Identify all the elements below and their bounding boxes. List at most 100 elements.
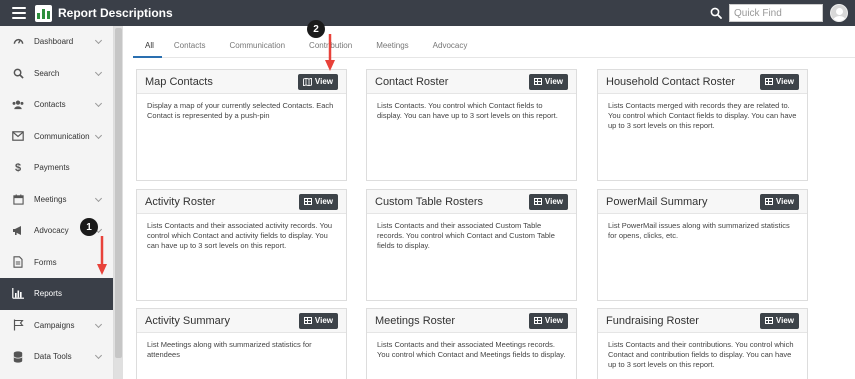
tab-advocacy[interactable]: Advocacy [421, 36, 480, 58]
envelope-icon [12, 130, 24, 142]
sidebar-item-search[interactable]: Search [0, 58, 113, 90]
chevron-down-icon [94, 36, 103, 45]
annotation-badge-1: 1 [80, 218, 98, 236]
report-card-custom-table-rosters: Custom Table Rosters View Lists Contacts… [366, 189, 577, 301]
annotation-badge-2: 2 [307, 20, 325, 38]
user-avatar[interactable] [830, 4, 848, 22]
sidebar-item-label: Campaigns [34, 320, 75, 330]
tab-communication[interactable]: Communication [217, 36, 297, 58]
sidebar-item-label: Data Tools [34, 352, 72, 362]
view-button[interactable]: View [528, 312, 568, 329]
view-button[interactable]: View [298, 193, 338, 210]
report-card-meetings-roster: Meetings Roster View Lists Contacts and … [366, 308, 577, 379]
sidebar-item-label: Contacts [34, 100, 66, 110]
table-icon [533, 78, 542, 85]
view-button-label: View [544, 316, 563, 325]
annotation-arrow-down-icon [325, 34, 335, 71]
table-icon [764, 317, 773, 324]
sidebar-item-meetings[interactable]: Meetings [0, 184, 113, 216]
tab-contacts[interactable]: Contacts [162, 36, 218, 58]
card-description: Lists Contacts and their associated Meet… [377, 340, 566, 360]
view-button-label: View [775, 197, 794, 206]
sidebar-item-reports[interactable]: Reports [0, 278, 113, 310]
view-button-label: View [544, 77, 563, 86]
report-category-tabs: All Contacts Communication Contribution … [133, 36, 855, 58]
sidebar: Dashboard Search Contacts Communication … [0, 26, 114, 379]
bar-chart-icon [12, 288, 24, 300]
card-description: Lists Contacts and their associated Cust… [377, 221, 555, 251]
scrollbar-thumb[interactable] [115, 28, 122, 358]
view-button-label: View [314, 197, 333, 206]
sidebar-item-contacts[interactable]: Contacts [0, 89, 113, 121]
card-title: Meetings Roster [375, 314, 456, 327]
card-title: PowerMail Summary [606, 195, 708, 208]
table-icon [764, 78, 773, 85]
report-card-map-contacts: Map Contacts View Display a map of your … [136, 69, 347, 181]
sidebar-scrollbar[interactable] [114, 26, 123, 379]
report-card-household-contact-roster: Household Contact Roster View Lists Cont… [597, 69, 808, 181]
view-button[interactable]: View [297, 73, 338, 90]
card-description: List PowerMail issues along with summari… [608, 221, 790, 241]
sidebar-item-payments[interactable]: $ Payments [0, 152, 113, 184]
page-title: Report Descriptions [58, 6, 173, 20]
view-button-label: View [544, 197, 563, 206]
card-title: Household Contact Roster [606, 75, 736, 88]
database-icon [12, 351, 24, 363]
document-icon [12, 256, 24, 268]
users-icon [12, 99, 24, 111]
view-button[interactable]: View [528, 73, 568, 90]
chevron-down-icon [94, 68, 103, 76]
card-title: Custom Table Rosters [375, 195, 484, 208]
sidebar-item-label: Advocacy [34, 226, 69, 236]
gauge-icon [12, 36, 24, 48]
card-description: Lists Contacts. You control which Contac… [377, 101, 558, 121]
chevron-down-icon [94, 194, 103, 202]
sidebar-item-label: Communication [34, 131, 90, 141]
map-icon [302, 77, 312, 86]
sidebar-item-data-tools[interactable]: Data Tools [0, 341, 113, 373]
tab-all[interactable]: All [133, 36, 162, 58]
sidebar-item-label: Reports [34, 289, 63, 299]
top-bar: Report Descriptions [0, 0, 855, 26]
table-icon [533, 317, 542, 324]
card-title: Activity Roster [145, 195, 216, 208]
sidebar-item-dashboard[interactable]: Dashboard [0, 26, 113, 58]
report-card-fundraising-roster: Fundraising Roster View Lists Contacts a… [597, 308, 808, 379]
view-button[interactable]: View [528, 193, 568, 210]
calendar-icon [12, 193, 24, 205]
view-button[interactable]: View [759, 312, 799, 329]
flag-icon [12, 319, 24, 331]
sidebar-item-communication[interactable]: Communication [0, 121, 113, 153]
card-title: Activity Summary [145, 314, 230, 327]
report-card-activity-roster: Activity Roster View Lists Contacts and … [136, 189, 347, 301]
view-button-label: View [775, 77, 794, 86]
report-card-activity-summary: Activity Summary View List Meetings alon… [136, 308, 347, 379]
sidebar-item-campaigns[interactable]: Campaigns [0, 310, 113, 342]
card-description: Display a map of your currently selected… [147, 101, 334, 121]
view-button-label: View [775, 316, 794, 325]
report-card-contact-roster: Contact Roster View Lists Contacts. You … [366, 69, 577, 181]
card-title: Contact Roster [375, 75, 449, 88]
table-icon [303, 198, 312, 205]
tab-meetings[interactable]: Meetings [364, 36, 420, 58]
sidebar-item-label: Payments [34, 163, 70, 173]
report-card-powermail-summary: PowerMail Summary View List PowerMail is… [597, 189, 808, 301]
card-description: List Meetings along with summarized stat… [147, 340, 312, 360]
bullhorn-icon [12, 225, 24, 237]
view-button[interactable]: View [298, 312, 338, 329]
sidebar-item-label: Search [34, 68, 60, 78]
search-icon[interactable] [707, 4, 725, 22]
sidebar-item-label: Dashboard [34, 37, 74, 47]
annotation-arrow-down-icon [97, 236, 107, 275]
view-button[interactable]: View [759, 193, 799, 210]
chevron-down-icon [94, 320, 103, 328]
dollar-icon: $ [14, 161, 22, 174]
view-button[interactable]: View [759, 73, 799, 90]
table-icon [303, 317, 312, 324]
card-description: Lists Contacts and their contributions. … [608, 340, 794, 370]
app-logo-icon [35, 4, 52, 22]
hamburger-menu-icon[interactable] [12, 7, 26, 19]
chevron-down-icon [94, 99, 103, 108]
quick-find-input[interactable] [729, 4, 823, 22]
chevron-down-icon [94, 131, 103, 139]
